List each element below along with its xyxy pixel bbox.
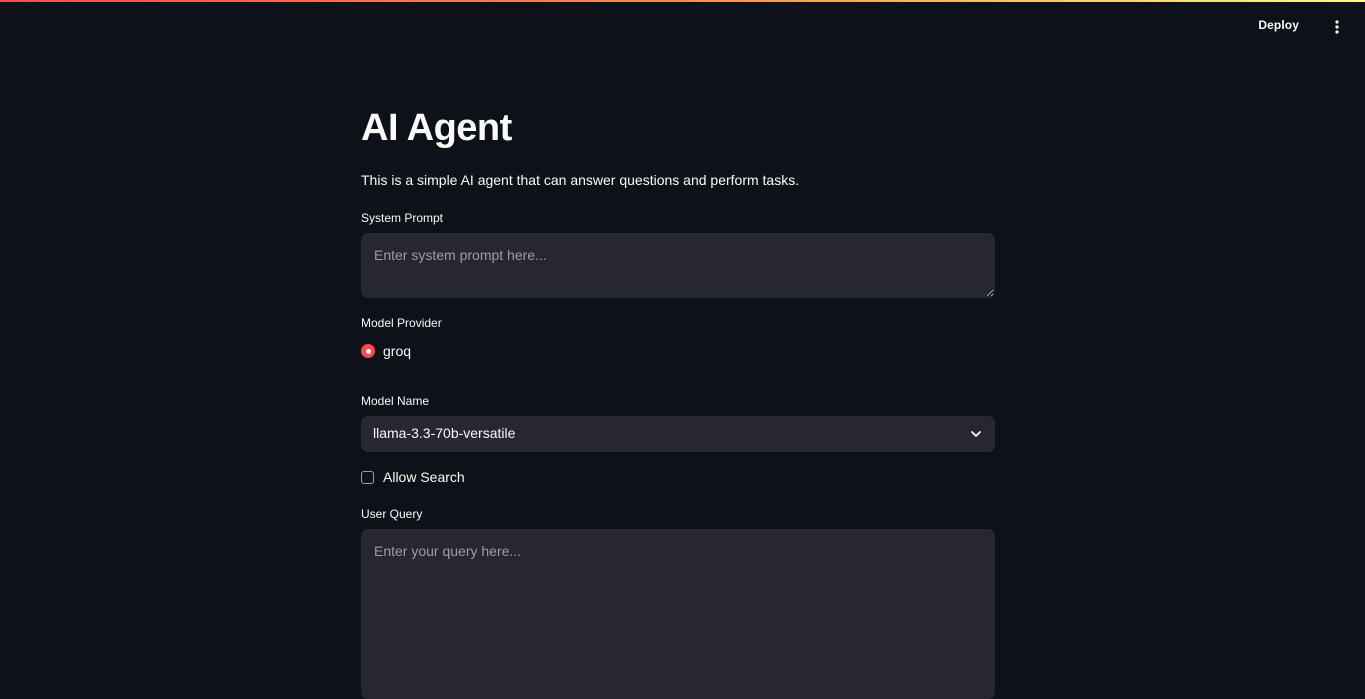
radio-button-selected[interactable] xyxy=(361,344,375,358)
radio-option-label: groq xyxy=(383,343,412,359)
user-query-group: User Query xyxy=(361,506,995,699)
page-description: This is a simple AI agent that can answe… xyxy=(361,172,800,188)
model-provider-label: Model Provider xyxy=(361,316,442,330)
chevron-down-icon xyxy=(971,431,981,437)
allow-search-checkbox-row[interactable]: Allow Search xyxy=(361,468,995,486)
user-query-label: User Query xyxy=(361,507,423,521)
model-provider-group: Model Provider groq xyxy=(361,315,995,360)
app-header: Deploy xyxy=(0,2,1365,52)
vertical-ellipsis-icon xyxy=(1335,20,1339,34)
page-title: AI Agent xyxy=(361,107,512,149)
deploy-button[interactable]: Deploy xyxy=(1258,18,1299,32)
allow-search-label: Allow Search xyxy=(383,469,465,485)
model-name-select[interactable]: llama-3.3-70b-versatile xyxy=(361,416,995,452)
main-menu-button[interactable] xyxy=(1329,19,1345,35)
system-prompt-group: System Prompt xyxy=(361,210,995,298)
system-prompt-input[interactable] xyxy=(361,233,995,298)
model-name-group: Model Name llama-3.3-70b-versatile xyxy=(361,393,995,452)
system-prompt-label: System Prompt xyxy=(361,211,444,225)
radio-option-groq[interactable]: groq xyxy=(361,342,995,360)
main-content: AI Agent This is a simple AI agent that … xyxy=(361,100,995,699)
model-name-selected-value: llama-3.3-70b-versatile xyxy=(373,425,516,441)
model-name-label: Model Name xyxy=(361,394,430,408)
allow-search-checkbox[interactable] xyxy=(361,470,374,484)
user-query-input[interactable] xyxy=(361,529,995,699)
